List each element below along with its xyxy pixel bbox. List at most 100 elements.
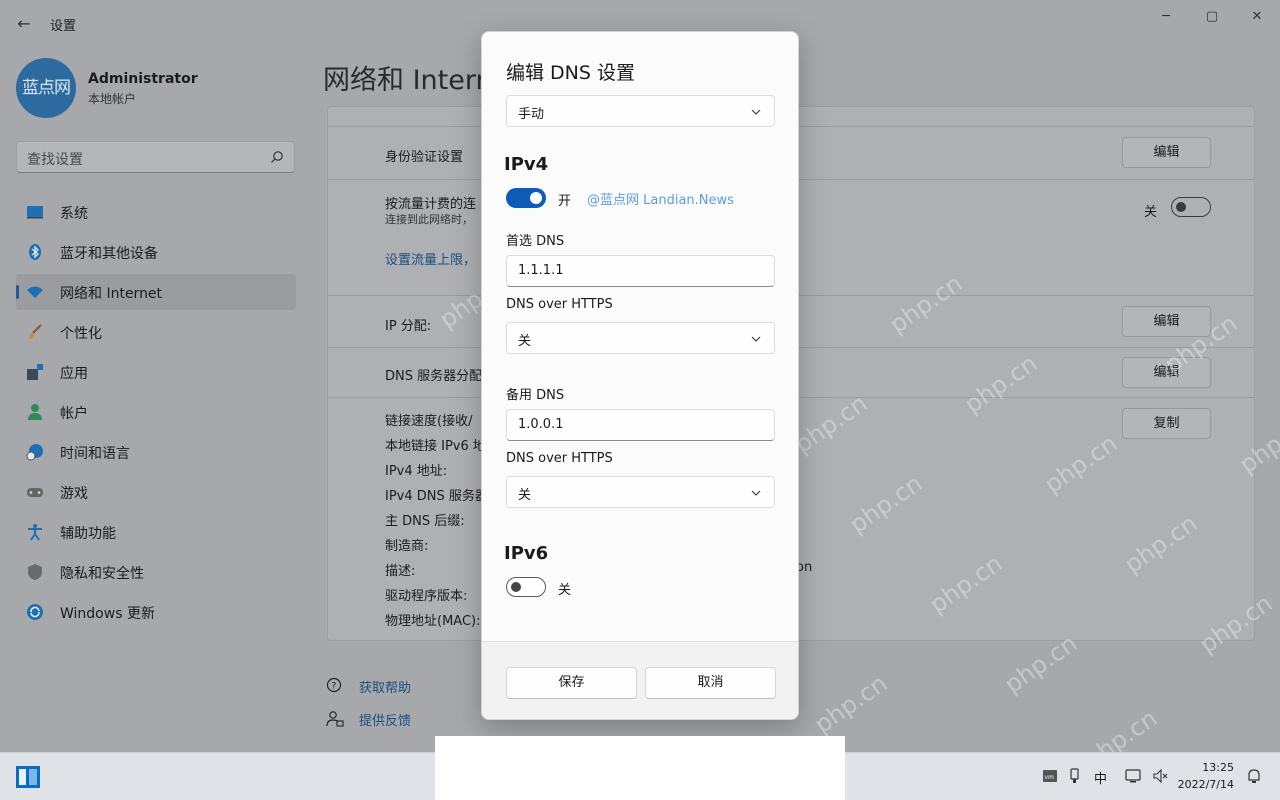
minimize-button[interactable]: ─ [1143,6,1189,28]
sidebar-item-label: 网络和 Internet [60,286,163,302]
close-button[interactable]: ✕ [1234,6,1280,28]
search-icon[interactable] [270,150,284,164]
sidebar-item-time-language[interactable]: 时间和语言 [16,434,296,470]
search-placeholder: 查找设置 [27,152,83,168]
globe-clock-icon [26,444,43,461]
dialog-title: 编辑 DNS 设置 [506,62,635,84]
sidebar-item-label: 蓝牙和其他设备 [60,246,158,262]
sidebar-item-privacy[interactable]: 隐私和安全性 [16,554,296,590]
auth-settings-label: 身份验证设置 [385,150,464,165]
data-limit-link[interactable]: 设置流量上限， [385,249,476,268]
sidebar-item-label: 个性化 [60,326,102,342]
get-help-link[interactable]: 获取帮助 [359,677,411,696]
auth-edit-button[interactable]: 编辑 [1122,137,1211,168]
clock-date[interactable]: 2022/7/14 [1178,778,1234,791]
alternate-dns-label: 备用 DNS [506,388,565,403]
ipv4-toggle-state: 开 [558,194,572,209]
sidebar-item-windows-update[interactable]: Windows 更新 [16,594,296,630]
volume-muted-icon[interactable] [1152,768,1168,784]
preferred-dns-input[interactable]: 1.1.1.1 [506,255,775,287]
back-button[interactable]: ← [12,12,36,36]
sidebar-item-label: 帐户 [60,406,88,422]
sidebar-item-accessibility[interactable]: 辅助功能 [16,514,296,550]
property-label: 驱动程序版本: [385,589,468,604]
dropdown-value: 关 [518,334,532,349]
cancel-button[interactable]: 取消 [645,667,776,699]
dns-edit-button[interactable]: 编辑 [1122,357,1211,388]
feedback-icon [326,711,344,727]
chevron-down-icon [751,109,761,115]
gamepad-icon [27,488,43,497]
property-label: 制造商: [385,539,429,554]
sidebar-item-gaming[interactable]: 游戏 [16,474,296,510]
search-box[interactable]: 查找设置 [16,141,295,173]
sidebar-item-accounts[interactable]: 帐户 [16,394,296,430]
chevron-down-icon [751,336,761,342]
doh-preferred-dropdown[interactable]: 关 [506,322,775,354]
ipv6-toggle[interactable] [506,577,546,597]
sidebar-item-system[interactable]: 系统 [16,194,296,230]
property-label: 主 DNS 后缀: [385,514,465,529]
ipv6-toggle-state: 关 [558,583,572,598]
property-label: 描述: [385,564,416,579]
start-icon[interactable] [16,766,40,788]
accessibility-icon [28,524,42,541]
sidebar-item-label: 时间和语言 [60,446,130,462]
clock-time[interactable]: 13:25 [1202,761,1234,774]
property-label: 本地链接 IPv6 地 [385,439,486,454]
sidebar-item-apps[interactable]: 应用 [16,354,296,390]
ime-indicator[interactable]: 中 [1094,768,1107,787]
watermark-credit: @蓝点网 Landian.News [587,193,734,208]
input-value: 1.1.1.1 [518,263,564,278]
sidebar-nav: 系统 蓝牙和其他设备 网络和 Internet 个性化 应用 帐户 时间和语言 [16,194,296,634]
person-icon [28,404,42,420]
taskbar-overlay [435,736,845,800]
monitor-icon [27,206,43,219]
sidebar-item-label: 系统 [60,206,88,222]
dropdown-value: 关 [518,488,532,503]
sidebar-item-label: 应用 [60,366,88,382]
help-icon: ? [326,677,342,693]
dns-mode-dropdown[interactable]: 手动 [506,95,775,127]
ipv6-title: IPv6 [504,543,549,564]
update-icon [27,604,43,620]
network-icon[interactable] [1125,768,1141,784]
dns-assignment-label: DNS 服务器分配 [385,369,483,384]
maximize-button[interactable]: ▢ [1189,6,1235,28]
sidebar-item-personalization[interactable]: 个性化 [16,314,296,350]
metered-toggle[interactable] [1171,197,1211,217]
property-label: 链接速度(接收/ [385,414,473,429]
chevron-down-icon [751,490,761,496]
vmware-icon[interactable]: vm [1042,768,1058,784]
ipv4-toggle[interactable] [506,188,546,208]
usb-device-icon[interactable] [1067,768,1083,784]
sidebar-item-label: Windows 更新 [60,606,155,622]
watermark: php.cn [809,669,893,739]
avatar: 蓝点网 [16,58,76,118]
ip-assignment-label: IP 分配: [385,319,432,334]
apps-icon [27,364,43,380]
brush-icon [29,324,42,339]
metered-connection-label: 按流量计费的连 [385,197,477,212]
property-label: IPv4 DNS 服务器 [385,489,488,504]
sidebar-item-label: 游戏 [60,486,88,502]
alternate-dns-input[interactable]: 1.0.0.1 [506,409,775,441]
wifi-icon [27,286,43,298]
notification-icon[interactable] [1246,768,1262,784]
user-name: Administrator [88,71,198,87]
ip-edit-button[interactable]: 编辑 [1122,306,1211,337]
shield-icon [28,564,42,580]
sidebar-item-bluetooth[interactable]: 蓝牙和其他设备 [16,234,296,270]
dialog-footer: 保存 取消 [482,641,798,719]
feedback-link[interactable]: 提供反馈 [359,710,411,729]
ipv4-title: IPv4 [504,154,549,175]
edit-dns-dialog: 编辑 DNS 设置 手动 IPv4 开 @蓝点网 Landian.News 首选… [481,31,799,720]
doh-alternate-dropdown[interactable]: 关 [506,476,775,508]
sidebar-item-network[interactable]: 网络和 Internet [16,274,296,310]
preferred-dns-label: 首选 DNS [506,234,565,249]
svg-text:?: ? [332,682,337,692]
sidebar-item-label: 隐私和安全性 [60,566,144,582]
bluetooth-icon [29,244,41,260]
copy-button[interactable]: 复制 [1122,408,1211,439]
save-button[interactable]: 保存 [506,667,637,699]
